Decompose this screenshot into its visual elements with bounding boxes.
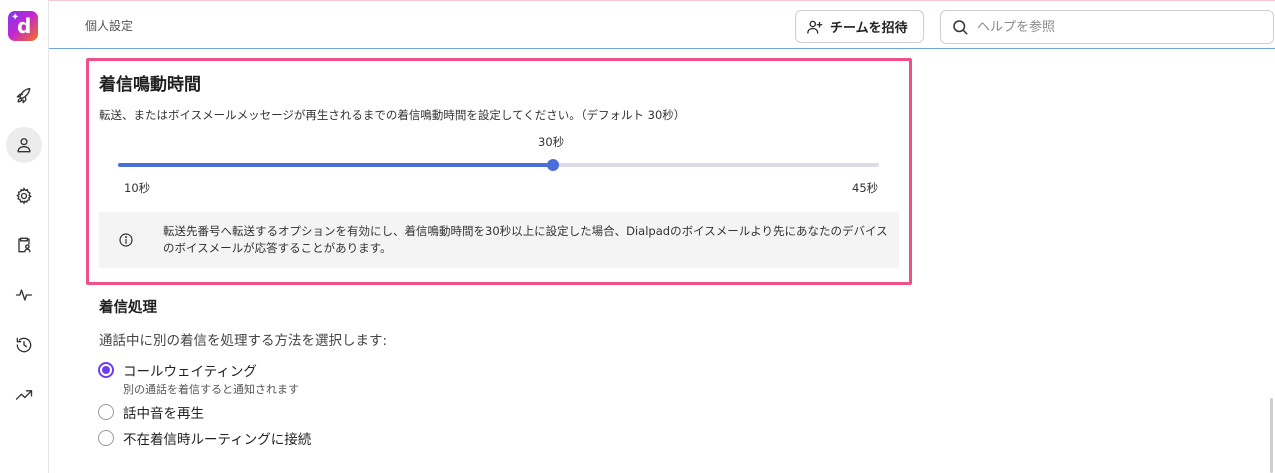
app-window: ✦ d 個人設定 チームを招待 ヘルプを参照 着信鳴動時間 転送、またはボイスメ… [0,0,1275,473]
slider-max-label: 45秒 [852,181,879,195]
dialpad-logo[interactable]: ✦ d [8,11,38,41]
invite-team-label: チームを招待 [830,20,908,35]
ring-duration-slider[interactable] [118,159,879,171]
incoming-handling-title: 着信処理 [99,300,157,316]
sidebar-item-trends[interactable] [6,377,42,413]
rocket-icon [16,87,31,104]
scrollbar[interactable] [1270,398,1273,473]
radio-sublabel: 別の通話を着信すると通知されます [123,383,299,396]
info-notice-text: 転送先番号へ転送するオプションを有効にし、着信鳴動時間を30秒以上に設定した場合… [163,224,888,255]
invite-team-button[interactable]: チームを招待 [795,10,924,43]
activity-icon [15,289,33,301]
ring-duration-description: 転送、またはボイスメールメッセージが再生されるまでの着信鳴動時間を設定してくださ… [99,108,686,122]
info-icon [119,233,133,247]
help-search[interactable] [940,10,1274,44]
add-person-icon [807,20,823,34]
info-notice: 転送先番号へ転送するオプションを有効にし、着信鳴動時間を30秒以上に設定した場合… [99,212,899,268]
radio-busy-tone[interactable]: 話中音を再生 [98,402,204,422]
sidebar-item-profile[interactable] [6,127,42,163]
sidebar-item-analytics[interactable] [6,277,42,313]
radio-label: 不在着信時ルーティングに接続 [123,432,312,448]
page-title: 個人設定 [85,19,134,33]
ring-duration-title: 着信鳴動時間 [99,75,201,95]
clipboard-person-icon [18,237,31,253]
incoming-handling-description: 通話中に別の着信を処理する方法を選択します: [99,333,388,349]
radio-button-checked[interactable] [98,362,114,378]
person-icon [17,138,31,153]
radio-button[interactable] [98,404,114,420]
help-search-input[interactable] [977,19,1257,35]
logo-letter: d [17,14,32,38]
sidebar: ✦ d [0,0,49,473]
radio-missed-call-routing[interactable]: 不在着信時ルーティングに接続 [98,428,311,448]
radio-label: 話中音を再生 [123,406,204,422]
radio-call-waiting[interactable]: コールウェイティング [98,360,257,380]
slider-min-label: 10秒 [124,181,151,195]
sidebar-item-contacts[interactable] [6,227,42,263]
gear-icon [16,187,32,205]
radio-button[interactable] [98,430,114,446]
search-icon [953,20,968,35]
slider-thumb[interactable] [546,159,559,171]
radio-label: コールウェイティング [123,364,257,380]
sidebar-item-history[interactable] [6,327,42,363]
trending-up-icon [15,390,33,400]
header: 個人設定 チームを招待 [49,1,1275,49]
sidebar-item-settings[interactable] [6,178,42,214]
sidebar-item-launch[interactable] [6,78,42,114]
history-icon [16,337,32,353]
slider-fill [118,163,553,167]
slider-value-label: 30秒 [538,135,565,149]
